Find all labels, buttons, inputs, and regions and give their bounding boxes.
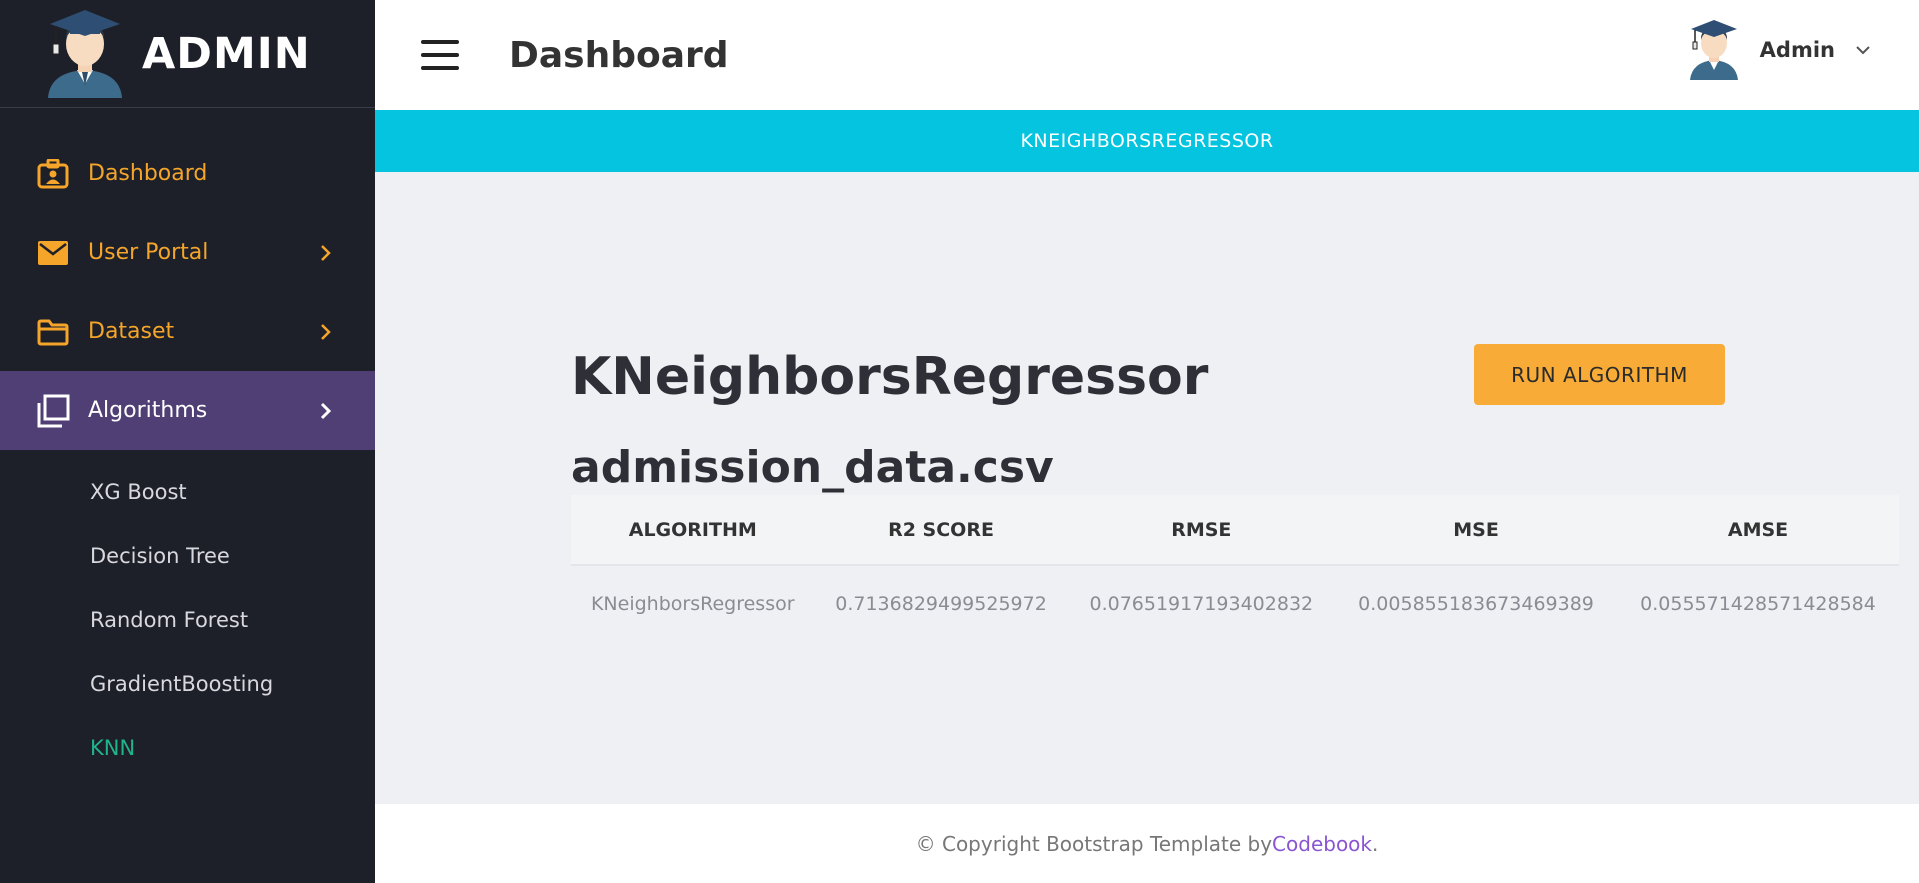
footer-period: . xyxy=(1372,831,1379,856)
column-header-rmse: RMSE xyxy=(1067,495,1336,566)
brand-title: ADMIN xyxy=(142,28,311,79)
table-row: KNeighborsRegressor 0.7136829499525972 0… xyxy=(571,565,1899,641)
results-table: ALGORITHM R2 SCORE RMSE MSE AMSE KNeighb… xyxy=(571,495,1899,641)
folder-icon xyxy=(36,315,70,349)
submenu-item-xg-boost[interactable]: XG Boost xyxy=(0,460,375,524)
table-cell: 0.7136829499525972 xyxy=(835,592,1047,615)
envelope-icon xyxy=(36,236,70,270)
sidebar-item-label: Dataset xyxy=(88,319,175,344)
submenu-item-gradient-boosting[interactable]: GradientBoosting xyxy=(0,652,375,716)
table-header-row: ALGORITHM R2 SCORE RMSE MSE AMSE xyxy=(571,495,1899,566)
user-menu[interactable]: Admin xyxy=(1686,18,1871,82)
column-header-algorithm: ALGORITHM xyxy=(571,495,815,566)
column-header-amse: AMSE xyxy=(1617,495,1899,566)
footer-codebook-link[interactable]: Codebook xyxy=(1272,832,1372,856)
menu-toggle-icon[interactable] xyxy=(421,40,459,70)
sidebar-item-dataset[interactable]: Dataset xyxy=(0,292,375,371)
table-cell: 0.055571428571428584 xyxy=(1640,592,1876,615)
id-badge-icon xyxy=(36,157,70,191)
submenu-item-knn[interactable]: KNN xyxy=(0,716,375,780)
top-bar: Dashboard Admin xyxy=(375,0,1919,110)
footer: © Copyright Bootstrap Template by Codebo… xyxy=(375,804,1919,883)
page-title: Dashboard xyxy=(509,34,729,76)
sidebar-item-user-portal[interactable]: User Portal xyxy=(0,213,375,292)
algorithm-banner: KNEIGHBORSREGRESSOR xyxy=(375,110,1919,172)
submenu-item-decision-tree[interactable]: Decision Tree xyxy=(0,524,375,588)
sidebar-item-label: Algorithms xyxy=(88,398,208,423)
main-content: KNeighborsRegressor RUN ALGORITHM admiss… xyxy=(375,172,1919,804)
column-header-r2-score: R2 SCORE xyxy=(814,495,1068,566)
chevron-down-icon xyxy=(1856,46,1870,55)
user-name: Admin xyxy=(1759,38,1835,62)
sidebar-item-algorithms[interactable]: Algorithms xyxy=(0,371,375,450)
column-header-mse: MSE xyxy=(1335,495,1618,566)
algorithms-submenu: XG Boost Decision Tree Random Forest Gra… xyxy=(0,460,375,780)
table-cell: KNeighborsRegressor xyxy=(590,592,795,615)
chevron-right-icon xyxy=(321,323,331,340)
footer-copyright-text: © Copyright Bootstrap Template by xyxy=(915,831,1273,856)
sidebar-item-label: User Portal xyxy=(88,240,209,265)
dataset-name: admission_data.csv xyxy=(571,442,1054,493)
graduate-avatar-icon xyxy=(48,9,122,98)
table-cell: 0.07651917193402832 xyxy=(1089,592,1314,615)
run-algorithm-button[interactable]: RUN ALGORITHM xyxy=(1474,344,1725,405)
copy-icon xyxy=(36,394,70,428)
submenu-item-random-forest[interactable]: Random Forest xyxy=(0,588,375,652)
user-avatar-icon xyxy=(1689,20,1738,80)
chevron-right-icon xyxy=(320,402,332,419)
table-cell: 0.005855183673469389 xyxy=(1358,592,1594,615)
sidebar-nav: Dashboard User Portal Dataset Algorithms xyxy=(0,134,375,450)
chevron-right-icon xyxy=(321,244,331,261)
brand: ADMIN xyxy=(0,0,375,108)
sidebar: ADMIN Dashboard User Portal Dataset Algo… xyxy=(0,0,375,883)
sidebar-item-label: Dashboard xyxy=(88,161,208,186)
algorithm-title: KNeighborsRegressor xyxy=(571,347,1209,407)
sidebar-item-dashboard[interactable]: Dashboard xyxy=(0,134,375,213)
